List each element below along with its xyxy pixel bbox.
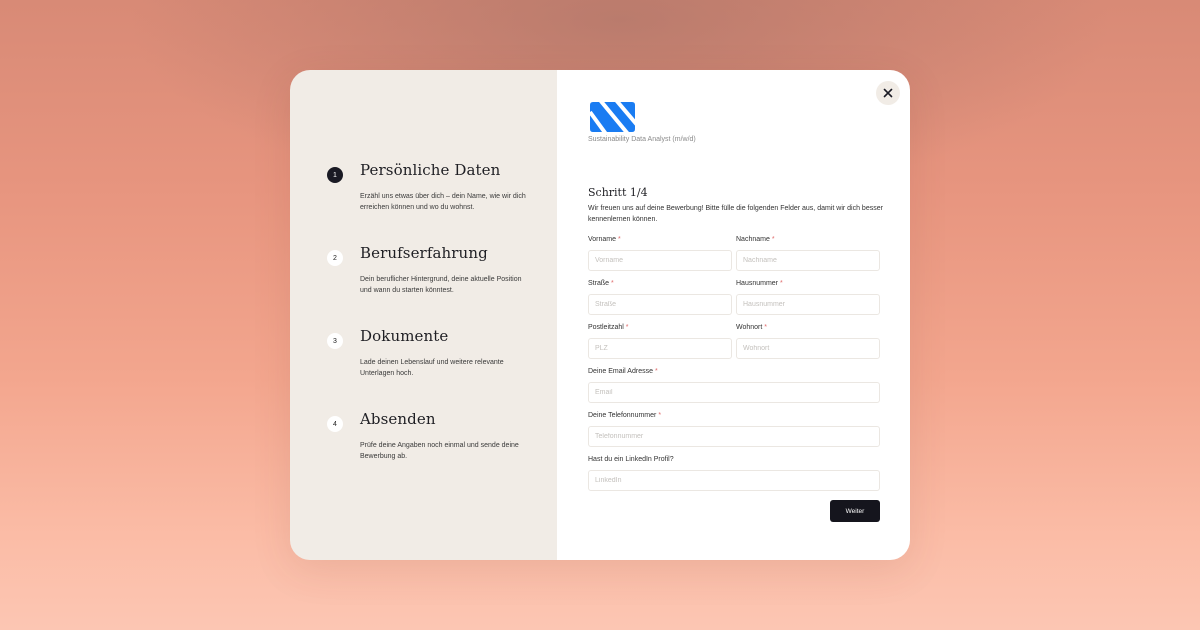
step-desc-4: Prüfe deine Angaben noch einmal und send… [360,442,519,460]
step-desc-2: Dein beruflicher Hintergrund, deine aktu… [360,276,522,294]
step-desc-1: Erzähl uns etwas über dich – dein Name, … [360,193,526,211]
hausnummer-input[interactable] [736,294,880,315]
plz-label: Postleitzahl * [588,324,629,331]
job-title: Sustainability Data Analyst (m/w/d) [588,136,696,143]
close-icon [883,88,893,98]
field-plz: Postleitzahl * [588,324,732,359]
step-title-2: Berufserfahrung [360,244,488,262]
telefon-label: Deine Telefonnummer * [588,412,662,419]
vorname-input[interactable] [588,250,732,271]
wohnort-label: Wohnort * [736,324,768,331]
telefon-input[interactable] [588,426,880,447]
strasse-input[interactable] [588,294,732,315]
step-number-4: 4 [327,416,343,432]
hausnummer-label: Hausnummer * [736,280,783,287]
field-telefon: Deine Telefonnummer * [588,412,880,447]
linkedin-input[interactable] [588,470,880,491]
company-logo [588,102,636,132]
wohnort-input[interactable] [736,338,880,359]
field-wohnort: Wohnort * [736,324,880,359]
weiter-button[interactable]: Weiter [830,500,880,522]
step-number-3: 3 [327,333,343,349]
step-title-3: Dokumente [360,327,449,345]
form-heading: Schritt 1/4 [588,186,648,199]
step-title-1: Persönliche Daten [360,161,501,179]
field-strasse: Straße * [588,280,732,315]
nachname-input[interactable] [736,250,880,271]
step-number-2: 2 [327,250,343,266]
step-number-1: 1 [327,167,343,183]
email-input[interactable] [588,382,880,403]
linkedin-label: Hast du ein LinkedIn Profil? [588,456,674,463]
field-vorname: Vorname * [588,236,732,271]
strasse-label: Straße * [588,280,614,287]
steps-panel: 1 Persönliche Daten Erzähl uns etwas übe… [290,70,557,560]
form-panel: Sustainability Data Analyst (m/w/d) Schr… [557,70,910,560]
field-email: Deine Email Adresse * [588,368,880,403]
step-title-4: Absenden [360,410,436,428]
field-nachname: Nachname * [736,236,880,271]
application-modal: 1 Persönliche Daten Erzähl uns etwas übe… [290,70,910,560]
plz-input[interactable] [588,338,732,359]
close-button[interactable] [876,81,900,105]
email-label: Deine Email Adresse * [588,368,658,375]
step-desc-3: Lade deinen Lebenslauf und weitere relev… [360,359,504,377]
vorname-label: Vorname * [588,236,621,243]
nachname-label: Nachname * [736,236,775,243]
form-intro: Wir freuen uns auf deine Bewerbung! Bitt… [588,205,883,223]
field-linkedin: Hast du ein LinkedIn Profil? [588,456,880,491]
field-hausnummer: Hausnummer * [736,280,880,315]
